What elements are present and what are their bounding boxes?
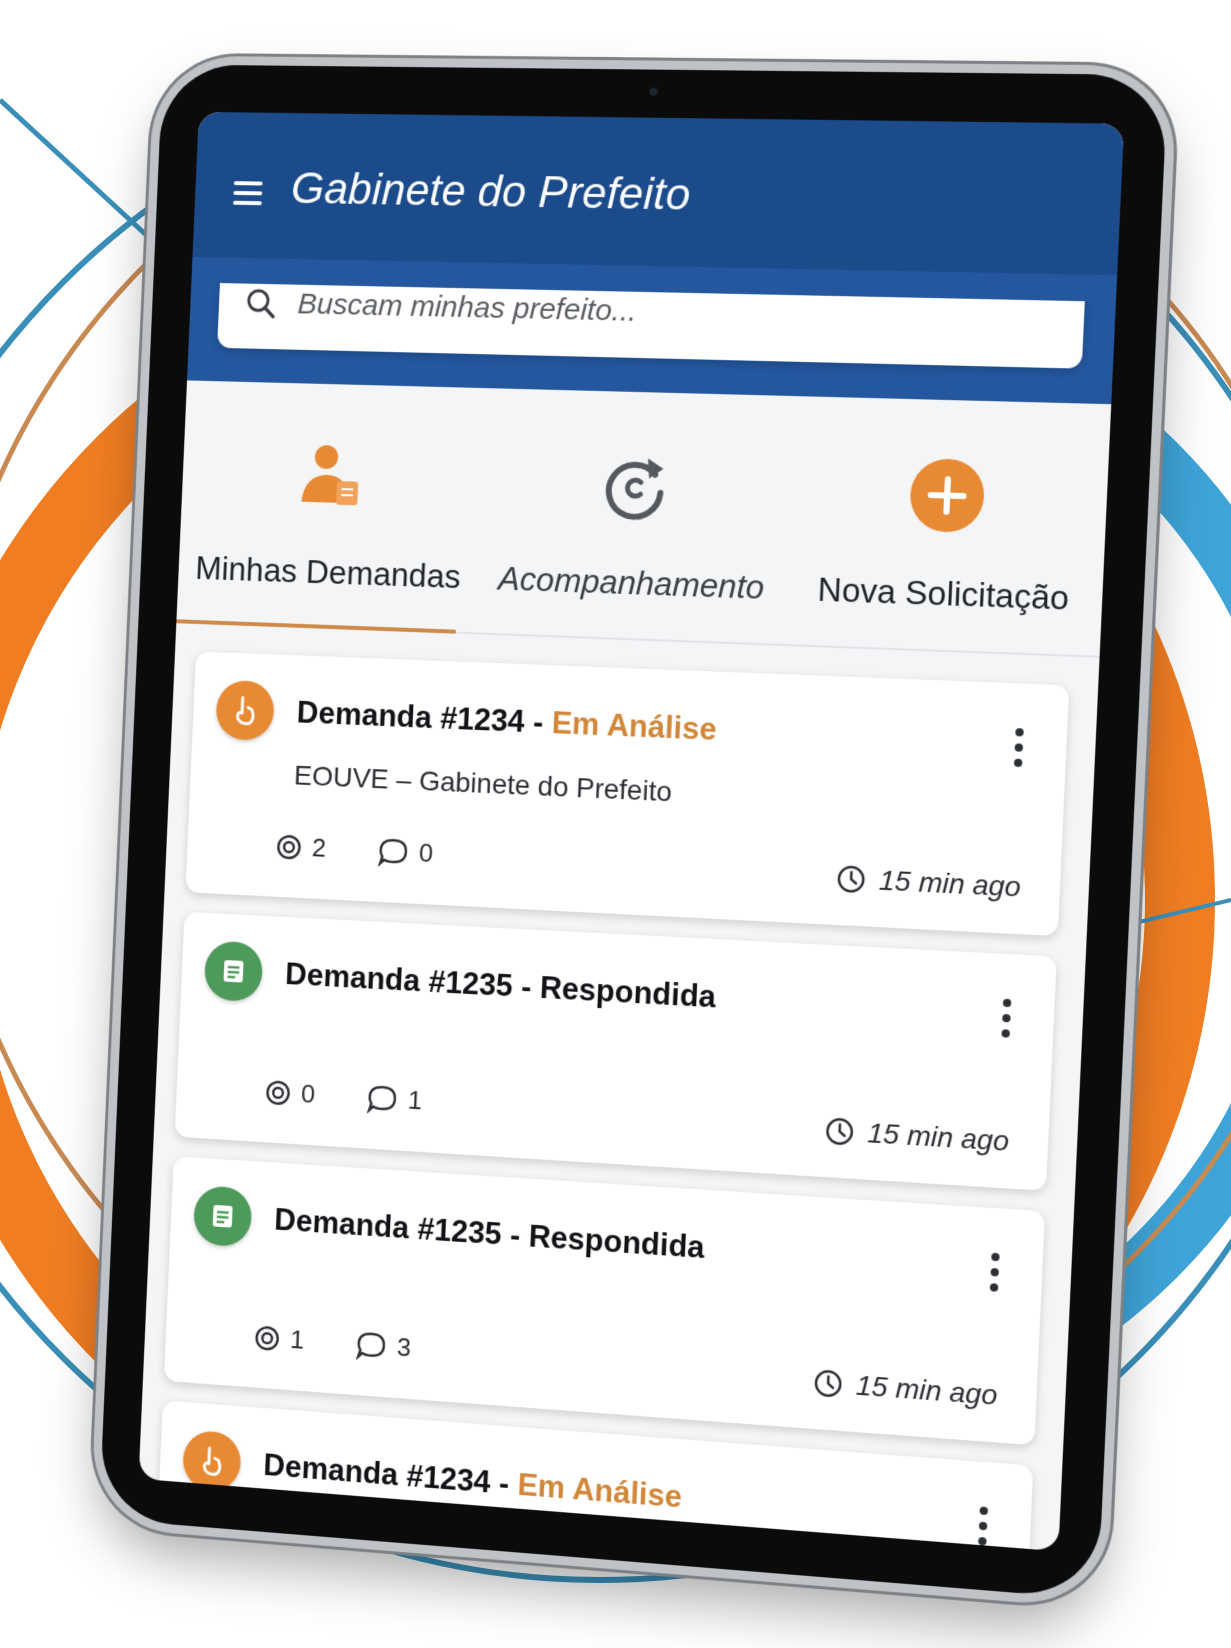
tab-nova-solicitacao[interactable]: Nova Solicitação bbox=[783, 396, 1111, 656]
views-count: 2 bbox=[311, 832, 327, 863]
views-count: 1 bbox=[289, 1324, 305, 1355]
comment-icon bbox=[356, 1329, 388, 1361]
app-bar: Gabinete do Prefeito bbox=[191, 111, 1125, 302]
app-screen: Gabinete do Prefeito Minhas bbox=[138, 111, 1125, 1552]
tab-bar: Minhas Demandas Acompanhamento Nova Soli… bbox=[176, 380, 1112, 658]
status-badge: Respondida bbox=[527, 1218, 706, 1266]
hand-icon bbox=[197, 1443, 227, 1478]
more-options-icon[interactable] bbox=[999, 998, 1013, 1044]
demand-time: 15 min ago bbox=[836, 862, 1022, 903]
demand-avatar bbox=[192, 1185, 253, 1248]
status-badge: Em Análise bbox=[551, 705, 718, 747]
hand-icon bbox=[230, 693, 260, 728]
demand-stats: 0 1 bbox=[264, 1076, 423, 1116]
tab-label: Minhas Demandas bbox=[194, 549, 462, 596]
clock-icon bbox=[836, 863, 868, 895]
demand-card[interactable]: Demanda #1235 - Respondida 0 1 15 min ag… bbox=[174, 911, 1057, 1191]
comments-count: 3 bbox=[396, 1331, 412, 1363]
views-icon bbox=[275, 832, 303, 861]
person-document-icon bbox=[301, 444, 359, 506]
time-ago: 15 min ago bbox=[878, 864, 1022, 903]
views-icon bbox=[264, 1078, 292, 1107]
demand-avatar bbox=[203, 940, 264, 1003]
demand-time: 15 min ago bbox=[824, 1114, 1010, 1157]
demand-number: Demanda #1234 bbox=[296, 694, 526, 739]
tab-label: Acompanhamento bbox=[497, 559, 766, 606]
demand-time: 15 min ago bbox=[813, 1366, 998, 1412]
status-badge: Em Análise bbox=[516, 1466, 683, 1515]
title-separator: - bbox=[500, 1216, 530, 1254]
demand-avatar bbox=[181, 1429, 242, 1493]
camera bbox=[649, 87, 658, 96]
tablet-frame: Gabinete do Prefeito Minhas bbox=[98, 64, 1169, 1600]
demand-card[interactable]: Demanda #1235 - Respondida 1 3 15 min ag… bbox=[163, 1156, 1046, 1446]
time-ago: 15 min ago bbox=[855, 1369, 999, 1411]
clock-icon bbox=[824, 1116, 856, 1148]
refresh-icon bbox=[593, 445, 676, 527]
demand-stats: 1 3 bbox=[253, 1322, 412, 1364]
demand-number: Demanda #1235 bbox=[284, 956, 514, 1004]
comment-icon bbox=[367, 1083, 399, 1114]
clock-icon bbox=[813, 1367, 845, 1399]
demand-avatar bbox=[215, 679, 276, 742]
hamburger-icon[interactable] bbox=[232, 181, 263, 206]
more-options-icon[interactable] bbox=[987, 1252, 1001, 1299]
title-separator: - bbox=[523, 704, 553, 741]
search-icon bbox=[243, 286, 279, 322]
comments-count: 1 bbox=[407, 1084, 423, 1116]
title-separator: - bbox=[489, 1464, 519, 1502]
more-options-icon[interactable] bbox=[976, 1506, 990, 1551]
document-icon bbox=[208, 1204, 238, 1228]
status-badge: Respondida bbox=[539, 969, 717, 1015]
comment-icon bbox=[378, 836, 410, 867]
views-count: 0 bbox=[300, 1078, 316, 1109]
demand-title: Demanda #1234 - Em Análise bbox=[263, 1447, 683, 1515]
demand-stats: 2 0 bbox=[275, 831, 434, 869]
comments-count: 0 bbox=[418, 837, 434, 868]
tab-label: Nova Solicitação bbox=[816, 570, 1070, 617]
demand-number: Demanda #1234 bbox=[262, 1447, 492, 1500]
app-title: Gabinete do Prefeito bbox=[290, 164, 692, 220]
demand-title: Demanda #1234 - Em Análise bbox=[296, 695, 717, 748]
demand-card[interactable]: Demanda #1234 - Em Análise EOUVE – Gabin… bbox=[185, 651, 1070, 937]
plus-circle-icon bbox=[908, 457, 986, 534]
more-options-icon[interactable] bbox=[1012, 728, 1026, 773]
tab-minhas-demandas[interactable]: Minhas Demandas bbox=[176, 380, 486, 632]
time-ago: 15 min ago bbox=[866, 1117, 1010, 1157]
demand-list: Demanda #1234 - Em Análise EOUVE – Gabin… bbox=[139, 623, 1100, 1552]
demand-title: Demanda #1235 - Respondida bbox=[284, 956, 717, 1015]
title-separator: - bbox=[512, 968, 541, 1005]
tab-acompanhamento[interactable]: Acompanhamento bbox=[475, 388, 794, 644]
views-icon bbox=[253, 1323, 281, 1352]
demand-subtitle: EOUVE – Gabinete do Prefeito bbox=[293, 759, 673, 808]
document-icon bbox=[219, 959, 249, 983]
demand-title: Demanda #1235 - Respondida bbox=[274, 1202, 706, 1266]
demand-number: Demanda #1235 bbox=[273, 1201, 503, 1252]
